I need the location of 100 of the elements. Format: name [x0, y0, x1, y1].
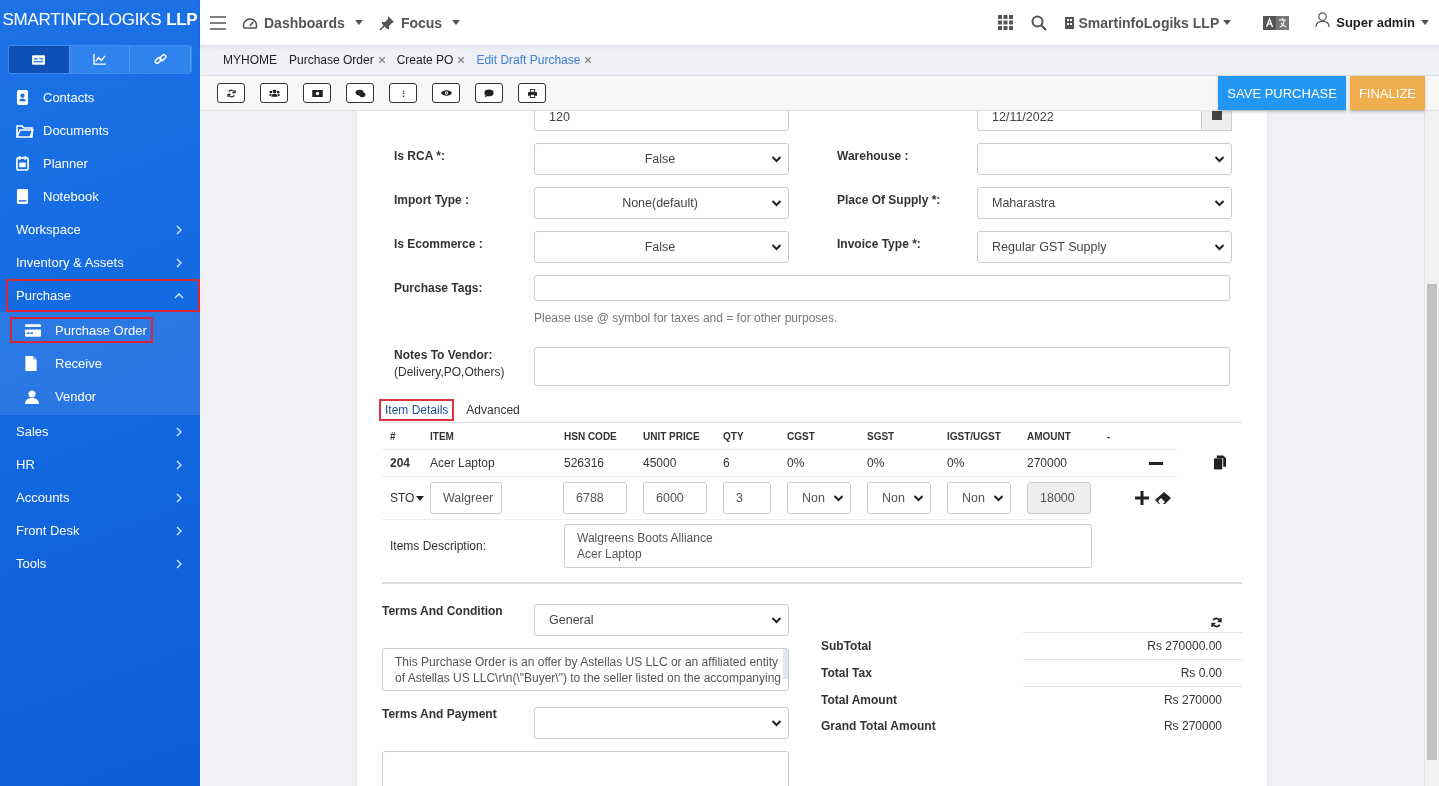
sidebar-item[interactable]: Documents	[0, 114, 200, 147]
toolbar-button[interactable]	[303, 83, 331, 103]
sidebar-switch-tab[interactable]	[69, 46, 131, 73]
field-label: Place Of Supply *:	[837, 192, 942, 207]
toolbar-button[interactable]	[217, 83, 245, 103]
tax-select[interactable]: Non	[867, 482, 931, 514]
caret-icon	[1223, 20, 1232, 25]
sidebar-subitem[interactable]: Vendor	[0, 380, 200, 413]
comment-icon	[484, 88, 494, 98]
sidebar-group[interactable]: Tools	[0, 547, 200, 580]
caret-icon	[354, 20, 363, 25]
payment-text-field[interactable]	[382, 751, 789, 786]
gauge-icon	[242, 15, 258, 30]
users-icon	[268, 89, 280, 97]
dropdown-chevron-icon	[833, 494, 844, 502]
page-tab[interactable]: Create PO	[396, 53, 465, 67]
close-icon	[378, 57, 385, 63]
dropdown-chevron-icon	[913, 494, 924, 502]
select-field[interactable]: False	[534, 231, 789, 263]
toolbar-button[interactable]	[475, 83, 503, 103]
eraser-icon	[1155, 492, 1171, 504]
section-tab[interactable]: Advanced	[461, 400, 525, 420]
field-label: Warehouse :	[837, 148, 910, 163]
section-tab[interactable]: Item Details	[380, 400, 454, 420]
nav-menu[interactable]: Dashboards	[242, 14, 363, 31]
dropdown-chevron-icon	[993, 494, 1004, 502]
column-header: HSN CODE	[564, 430, 618, 442]
user-menu[interactable]: Super admin	[1315, 15, 1429, 30]
notes-field[interactable]	[534, 347, 1230, 386]
select-field[interactable]: None(default)	[534, 187, 789, 219]
sidebar-group[interactable]: Workspace	[0, 213, 200, 246]
dropdown-chevron-icon	[1214, 243, 1225, 251]
terms-text-field[interactable]: This Purchase Order is an offer by Astellas US LLC or an affiliated entity of Astellas US LLC\r\n(\"Buyer\") to the seller listed on the accompanying	[382, 648, 789, 691]
sidebar-switch-tab[interactable]	[130, 46, 191, 73]
sidebar-switch-tab[interactable]	[9, 46, 70, 73]
tax-select[interactable]: Non	[947, 482, 1011, 514]
toolbar-button[interactable]	[346, 83, 374, 103]
sidebar-group[interactable]: Front Desk	[0, 514, 200, 547]
page-tab[interactable]: Purchase Order	[289, 53, 385, 67]
type-dropdown[interactable]: STO	[390, 491, 430, 505]
sidebar-subitem[interactable]: Purchase Order	[10, 317, 153, 343]
total-value: Rs 270000.00	[1147, 639, 1222, 653]
table-cell-text: 270000	[1027, 456, 1069, 470]
sidebar-group[interactable]: HR	[0, 448, 200, 481]
select-field[interactable]: Maharastra	[977, 187, 1232, 219]
toolbar-button[interactable]	[389, 83, 417, 103]
sidebar-group[interactable]: Inventory & Assets	[0, 246, 200, 279]
close-icon	[585, 57, 592, 63]
toolbar-button[interactable]	[260, 83, 288, 103]
select-field[interactable]	[534, 707, 789, 739]
sidebar-subitem[interactable]: Receive	[0, 347, 200, 380]
toolbar-button[interactable]	[518, 83, 546, 103]
qty-field[interactable]: 3	[723, 482, 771, 514]
total-label: Total Amount	[821, 693, 897, 707]
field-label: Terms And Condition	[382, 604, 504, 618]
sidebar-item[interactable]: Planner	[0, 147, 200, 180]
nav-menu[interactable]: Focus	[378, 14, 461, 31]
hsn-field[interactable]: 6788	[563, 482, 627, 514]
page-tab[interactable]: Edit Draft Purchase	[476, 53, 592, 67]
print-icon	[527, 88, 537, 98]
sidebar-item[interactable]: Contacts	[0, 81, 200, 114]
price-field[interactable]: 6000	[643, 482, 707, 514]
menu-icon	[210, 15, 226, 30]
page-tab[interactable]: MYHOME	[223, 53, 277, 67]
dropdown-chevron-icon	[1214, 155, 1225, 163]
field-label: Notes To Vendor:	[394, 347, 494, 364]
dropdown-chevron-icon	[771, 155, 782, 163]
eye-icon	[440, 89, 452, 97]
description-field[interactable]: Walgreens Boots Alliance Acer Laptop	[564, 524, 1092, 568]
plus-icon	[1135, 491, 1149, 505]
tax-select[interactable]: Non	[787, 482, 851, 514]
select-field[interactable]: False	[534, 143, 789, 175]
dropdown-chevron-icon	[771, 243, 782, 251]
copy-icon	[1214, 455, 1226, 470]
select-field[interactable]: Regular GST Supply	[977, 231, 1232, 263]
chevron-right-icon	[174, 459, 184, 470]
date-field[interactable]: 12/11/2022	[977, 111, 1202, 131]
select-field[interactable]: General	[534, 604, 789, 636]
sidebar-group[interactable]: Sales	[0, 415, 200, 448]
apps-grid-icon	[998, 15, 1014, 30]
user-icon	[25, 389, 39, 404]
company-menu[interactable]: SmartinfoLogiks LLP	[1065, 14, 1232, 31]
table-cell-text: 0%	[867, 456, 886, 470]
sidebar-group[interactable]: Accounts	[0, 481, 200, 514]
select-field[interactable]	[977, 143, 1232, 175]
chart-icon	[93, 54, 106, 65]
toolbar-button[interactable]	[432, 83, 460, 103]
folder-icon	[16, 123, 34, 138]
input-field[interactable]: 120	[534, 111, 789, 131]
sidebar-item[interactable]: Notebook	[0, 180, 200, 213]
column-header: ITEM	[430, 430, 455, 442]
translate-icon	[1263, 15, 1290, 30]
scrollbar-thumb[interactable]	[1427, 284, 1437, 760]
sidebar-group[interactable]: Purchase	[6, 279, 200, 312]
file-icon	[25, 356, 37, 371]
table-cell-text: Acer Laptop	[430, 456, 496, 470]
item-field[interactable]: Walgreer	[430, 482, 502, 514]
table-cell-text: 0%	[787, 456, 806, 470]
tags-field[interactable]	[534, 275, 1230, 301]
refresh-icon	[226, 88, 236, 98]
